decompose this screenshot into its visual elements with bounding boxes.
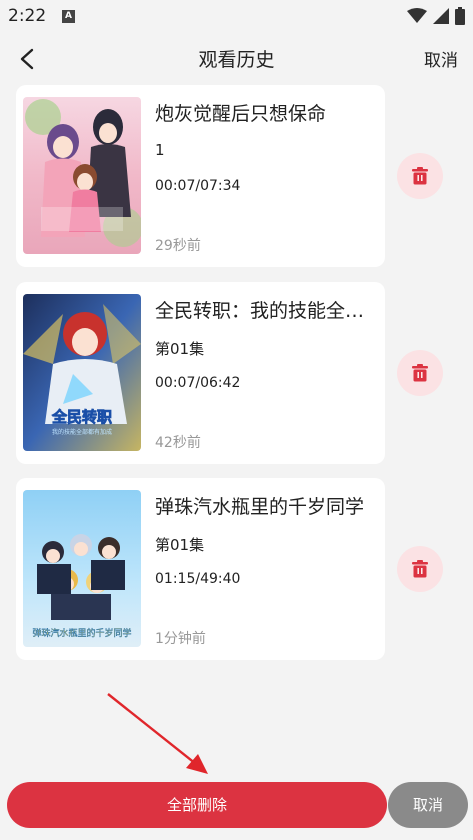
- delete-button[interactable]: [397, 153, 443, 199]
- svg-text:全民转职: 全民转职: [51, 408, 112, 426]
- card-episode: 1: [155, 141, 165, 159]
- delete-button[interactable]: [397, 546, 443, 592]
- screen: 2:22 A 观看历史 取消 炮灰觉醒后只想保命 1 00:07/07:34 2…: [0, 0, 473, 840]
- battery-icon: [455, 7, 465, 25]
- delete-button[interactable]: [397, 350, 443, 396]
- bottom-bar: 全部删除 取消: [0, 778, 473, 840]
- card-title: 全民转职：我的技能全部都有...: [155, 300, 379, 322]
- header: 观看历史 取消: [0, 36, 473, 80]
- card-watched-ago: 1分钟前: [155, 631, 206, 647]
- card-episode: 第01集: [155, 536, 205, 554]
- signal-icon: [433, 8, 449, 24]
- svg-text:弹珠汽水瓶里的千岁同学: 弹珠汽水瓶里的千岁同学: [32, 627, 131, 639]
- cover-image: 弹珠汽水瓶里的千岁同学: [23, 490, 141, 647]
- delete-all-button[interactable]: 全部删除: [7, 782, 387, 828]
- card-title: 炮灰觉醒后只想保命: [155, 103, 327, 125]
- bottom-cancel-button[interactable]: 取消: [388, 782, 468, 828]
- trash-icon: [412, 560, 428, 578]
- status-bar: 2:22 A: [0, 0, 473, 32]
- card-title: 弹珠汽水瓶里的千岁同学: [155, 496, 365, 518]
- header-cancel-button[interactable]: 取消: [424, 46, 458, 71]
- history-card[interactable]: 弹珠汽水瓶里的千岁同学 弹珠汽水瓶里的千岁同学 第01集 01:15/49:40…: [16, 478, 385, 660]
- history-card[interactable]: 全民转职 我的技能全部都有加成 全民转职：我的技能全部都有... 第01集 00…: [16, 282, 385, 464]
- history-card[interactable]: 炮灰觉醒后只想保命 1 00:07/07:34 29秒前: [16, 85, 385, 267]
- card-progress: 01:15/49:40: [155, 571, 241, 587]
- svg-text:我的技能全部都有加成: 我的技能全部都有加成: [52, 428, 112, 436]
- notification-a-icon: A: [62, 10, 75, 23]
- card-progress: 00:07/07:34: [155, 178, 241, 194]
- trash-icon: [412, 364, 428, 382]
- status-time: 2:22: [8, 6, 47, 26]
- card-episode: 第01集: [155, 340, 205, 358]
- trash-icon: [412, 167, 428, 185]
- wifi-icon: [407, 8, 427, 23]
- cover-image: 全民转职 我的技能全部都有加成: [23, 294, 141, 451]
- page-title: 观看历史: [198, 49, 275, 71]
- card-watched-ago: 42秒前: [155, 435, 201, 451]
- cover-image: [23, 97, 141, 254]
- card-progress: 00:07/06:42: [155, 375, 241, 391]
- status-icons: [407, 6, 465, 26]
- card-watched-ago: 29秒前: [155, 238, 201, 254]
